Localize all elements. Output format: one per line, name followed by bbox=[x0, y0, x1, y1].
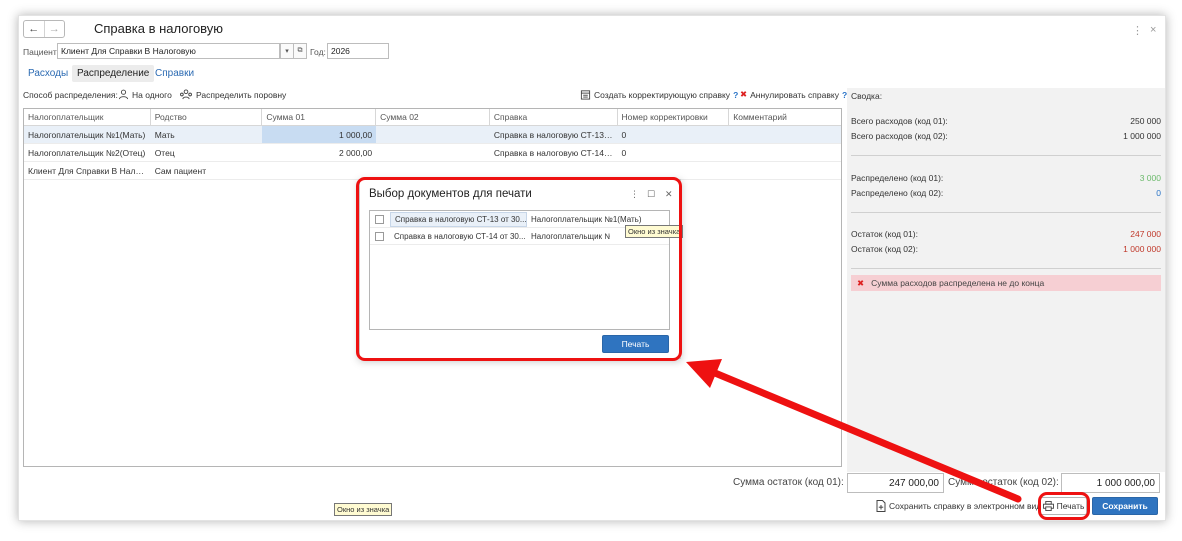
summary-row: Всего расходов (код 01): 250 000 bbox=[851, 116, 1161, 126]
open-link-icon[interactable]: ⧉ bbox=[293, 43, 307, 59]
summary-title-text: Сводка: bbox=[851, 91, 883, 101]
summary-row: Остаток (код 01): 247 000 bbox=[851, 229, 1161, 239]
create-correction-label: Создать корректирующую справку bbox=[594, 89, 731, 100]
back-arrow-icon[interactable]: ← bbox=[24, 21, 44, 37]
patient-label: Пациент: bbox=[23, 47, 60, 57]
person-icon bbox=[118, 89, 129, 100]
cell-comment[interactable] bbox=[729, 144, 841, 161]
cell-sum01[interactable] bbox=[262, 162, 376, 179]
cell-certificate[interactable]: Справка в налоговую СТ-14 о... bbox=[490, 144, 618, 161]
warning-banner: ✖ Сумма расходов распределена не до конц… bbox=[851, 275, 1161, 291]
window-title: Справка в налоговую bbox=[94, 21, 224, 36]
close-icon[interactable]: × bbox=[1150, 24, 1156, 36]
cell-certificate[interactable]: Справка в налоговую СТ-13 о... bbox=[490, 126, 618, 143]
summary-row: Распределено (код 02): 0 bbox=[851, 188, 1161, 198]
cell-correction: 0 bbox=[621, 148, 627, 158]
summary-value: 1 000 000 bbox=[1123, 131, 1161, 141]
summary-title: Сводка: bbox=[851, 91, 1161, 101]
summary-label: Распределено (код 02): bbox=[851, 188, 944, 198]
dropdown-arrow-icon[interactable]: ▾ bbox=[280, 43, 294, 59]
remainder02-label: Сумма остаток (код 02): bbox=[948, 477, 1059, 488]
document-plus-icon bbox=[876, 500, 886, 512]
cell-comment[interactable] bbox=[729, 162, 841, 179]
cell-sum02[interactable] bbox=[376, 144, 490, 161]
summary-value: 0 bbox=[1156, 188, 1161, 198]
cell-sum02[interactable] bbox=[376, 126, 490, 143]
remainder02-field[interactable]: 1 000 000,00 bbox=[1061, 473, 1160, 493]
annul-button[interactable]: ✖ Аннулировать справку ? bbox=[740, 89, 847, 100]
red-x-icon: ✖ bbox=[740, 89, 748, 99]
summary-label: Всего расходов (код 01): bbox=[851, 116, 948, 126]
table-row[interactable]: Налогоплательщик №1(Мать) Мать 1 000,00 … bbox=[24, 126, 841, 144]
patient-field[interactable]: Клиент Для Справки В Налоговую bbox=[57, 43, 280, 59]
distribution-method-label: Способ распределения: bbox=[23, 90, 118, 100]
save-button[interactable]: Сохранить bbox=[1092, 497, 1158, 515]
annotation-dialog-box bbox=[356, 177, 682, 361]
distribute-equally-button[interactable]: Распределить поровну bbox=[179, 89, 286, 100]
summary-label: Всего расходов (код 02): bbox=[851, 131, 948, 141]
column-header[interactable]: Номер корректировки bbox=[618, 109, 730, 125]
column-header[interactable]: Налогоплательщик bbox=[24, 109, 151, 125]
tab-certificates[interactable]: Справки bbox=[150, 65, 199, 82]
red-x-icon: ✖ bbox=[857, 277, 865, 288]
annotation-print-box bbox=[1038, 492, 1090, 520]
help-icon[interactable]: ? bbox=[733, 90, 738, 100]
year-label: Год: bbox=[310, 47, 326, 57]
summary-label: Распределено (код 01): bbox=[851, 173, 944, 183]
create-correction-button[interactable]: Создать корректирующую справку ? bbox=[580, 89, 738, 100]
save-electronic-button[interactable]: Сохранить справку в электронном виде bbox=[876, 500, 1046, 512]
summary-panel: Сводка: Всего расходов (код 01): 250 000 … bbox=[847, 88, 1165, 472]
cell-sum01[interactable]: 2 000,00 bbox=[262, 144, 376, 161]
remainder01-label: Сумма остаток (код 01): bbox=[733, 477, 844, 488]
summary-label: Остаток (код 01): bbox=[851, 229, 918, 239]
forward-arrow-icon[interactable]: → bbox=[43, 21, 65, 37]
cell-relation: Сам пациент bbox=[154, 166, 207, 176]
nav-buttons: ← → bbox=[23, 20, 65, 38]
remainder01-field[interactable]: 247 000,00 bbox=[847, 473, 944, 493]
cell-comment[interactable] bbox=[729, 126, 841, 143]
year-field[interactable]: 2026 bbox=[327, 43, 389, 59]
more-menu-icon[interactable]: ⋮ bbox=[1132, 24, 1143, 37]
to-one-label: На одного bbox=[132, 89, 172, 100]
column-header[interactable]: Сумма 02 bbox=[376, 109, 490, 125]
summary-value: 247 000 bbox=[1130, 229, 1161, 239]
cell-payer: Налогоплательщик №1(Мать) bbox=[28, 130, 146, 140]
cell-payer: Налогоплательщик №2(Отец) bbox=[28, 148, 146, 158]
people-split-icon bbox=[179, 89, 193, 100]
cell-correction: 0 bbox=[621, 130, 627, 140]
annul-label: Аннулировать справку bbox=[750, 89, 839, 100]
to-one-button[interactable]: На одного bbox=[118, 89, 172, 100]
summary-divider bbox=[851, 268, 1161, 269]
tab-expenses[interactable]: Расходы bbox=[23, 65, 73, 82]
cell-relation: Отец bbox=[154, 148, 175, 158]
summary-divider bbox=[851, 212, 1161, 213]
summary-row: Распределено (код 01): 3 000 bbox=[851, 173, 1161, 183]
table-header: Налогоплательщик Родство Сумма 01 Сумма … bbox=[24, 109, 841, 126]
column-header[interactable]: Комментарий bbox=[729, 109, 841, 125]
summary-divider bbox=[851, 155, 1161, 156]
column-header[interactable]: Сумма 01 bbox=[262, 109, 377, 125]
tab-distribution[interactable]: Распределение bbox=[72, 65, 155, 82]
summary-label: Остаток (код 02): bbox=[851, 244, 918, 254]
summary-row: Всего расходов (код 02): 1 000 000 bbox=[851, 131, 1161, 141]
summary-value: 250 000 bbox=[1130, 116, 1161, 126]
summary-value: 1 000 000 bbox=[1123, 244, 1161, 254]
cell-sum01[interactable]: 1 000,00 bbox=[262, 126, 377, 143]
summary-value: 3 000 bbox=[1139, 173, 1161, 183]
distribute-equally-label: Распределить поровну bbox=[196, 89, 287, 100]
tooltip-bottom: Окно из значка bbox=[334, 503, 393, 516]
document-calendar-icon bbox=[580, 89, 591, 100]
column-header[interactable]: Родство bbox=[151, 109, 263, 125]
cell-relation: Мать bbox=[154, 130, 175, 140]
summary-row: Остаток (код 02): 1 000 000 bbox=[851, 244, 1161, 254]
cell-payer: Клиент Для Справки В Налого... bbox=[28, 166, 151, 176]
warning-text: Сумма расходов распределена не до конца bbox=[871, 278, 1045, 288]
column-header[interactable]: Справка bbox=[490, 109, 618, 125]
table-row[interactable]: Налогоплательщик №2(Отец) Отец 2 000,00 … bbox=[24, 144, 841, 162]
save-electronic-label: Сохранить справку в электронном виде bbox=[889, 501, 1046, 511]
